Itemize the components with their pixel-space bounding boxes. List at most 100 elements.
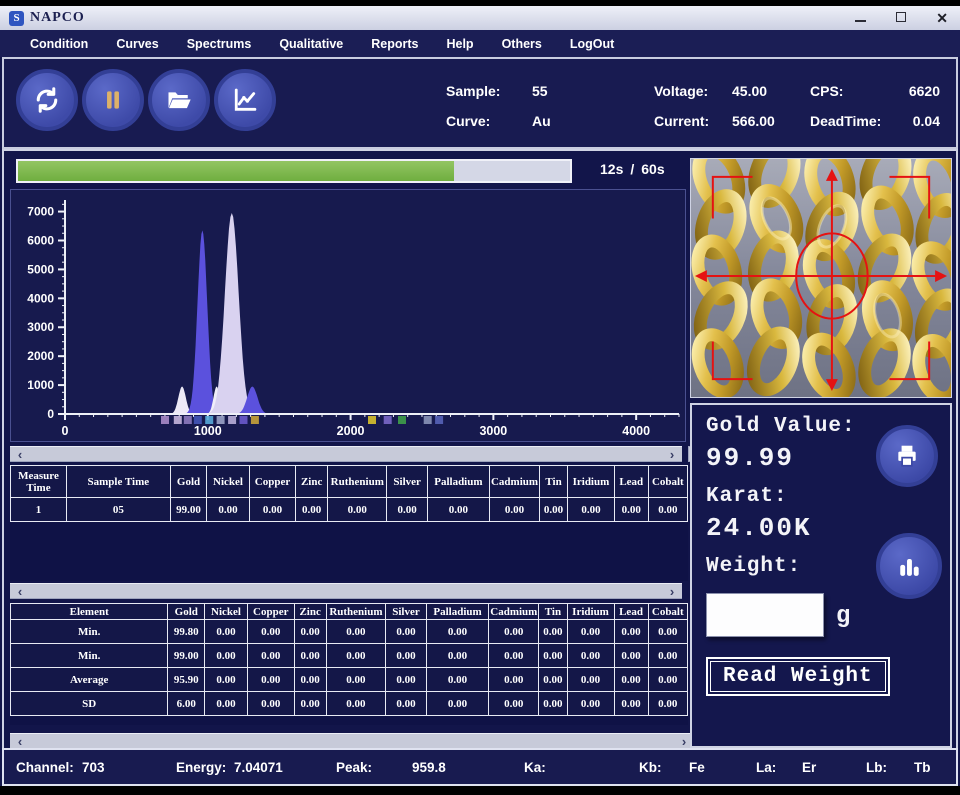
table-cell: 0.00 — [386, 644, 427, 668]
peak-value: 959.8 — [412, 760, 446, 775]
table-cell: 0.00 — [205, 620, 248, 644]
element-marker — [228, 416, 236, 424]
column-header: Silver — [387, 466, 427, 498]
table-row: Min.99.800.000.000.000.000.000.000.000.0… — [11, 620, 688, 644]
scroll-left-icon[interactable]: ‹ — [12, 447, 28, 463]
menu-spectrums[interactable]: Spectrums — [173, 37, 266, 51]
table-cell: 0.00 — [614, 644, 648, 668]
data-table: ElementGoldNickelCopperZincRutheniumSilv… — [10, 603, 688, 716]
scroll-right-icon[interactable]: › — [664, 584, 680, 600]
scroll-right-icon[interactable]: › — [664, 447, 680, 463]
chart-hscrollbar[interactable]: ‹ › — [10, 446, 682, 462]
weight-label: Weight: — [706, 555, 801, 578]
table-cell: Min. — [11, 644, 168, 668]
table-cell: 0.00 — [205, 644, 248, 668]
weight-input[interactable] — [706, 593, 824, 637]
restart-measure-button[interactable] — [16, 69, 78, 131]
window-title: NAPCO — [30, 10, 85, 26]
table-cell: 0.00 — [539, 668, 567, 692]
table-cell: 0.00 — [294, 644, 326, 668]
minimize-icon — [855, 20, 866, 22]
table-row: 10599.000.000.000.000.000.000.000.000.00… — [11, 498, 688, 522]
table-cell: 99.80 — [168, 620, 205, 644]
read-weight-label: Read Weight — [710, 661, 886, 692]
element-marker — [398, 416, 406, 424]
spectrum-view-button[interactable] — [214, 69, 276, 131]
table-cell: 0.00 — [326, 668, 386, 692]
element-marker — [194, 416, 202, 424]
table-cell: 0.00 — [387, 498, 427, 522]
column-header: Lead — [614, 466, 648, 498]
statistics-button[interactable] — [876, 533, 942, 599]
element-marker — [240, 416, 248, 424]
minimize-button[interactable] — [855, 9, 866, 27]
table-row: Average95.900.000.000.000.000.000.000.00… — [11, 668, 688, 692]
menu-reports[interactable]: Reports — [357, 37, 432, 51]
la-label: La: — [756, 760, 776, 775]
progress-fill — [18, 161, 454, 181]
scroll-left-icon[interactable]: ‹ — [12, 584, 28, 600]
menu-qualitative[interactable]: Qualitative — [265, 37, 357, 51]
menu-others[interactable]: Others — [488, 37, 556, 51]
column-header: Element — [11, 604, 168, 620]
main-content: 12s / 60s 010002000300040005000600070000… — [2, 149, 958, 748]
toolbar: Sample: 55 Curve: Au Voltage: 45.00 Curr… — [2, 57, 958, 149]
table-cell: 0.00 — [294, 668, 326, 692]
column-header: Tin — [539, 604, 567, 620]
table-cell: 0.00 — [648, 644, 687, 668]
close-button[interactable]: ✕ — [936, 11, 948, 25]
measure-progress-bar — [16, 159, 572, 183]
print-button[interactable] — [876, 425, 938, 487]
column-header: Zinc — [294, 604, 326, 620]
ka-label: Ka: — [524, 760, 546, 775]
column-header: Nickel — [205, 604, 248, 620]
svg-text:6000: 6000 — [27, 233, 54, 247]
deadtime-label: DeadTime: — [810, 113, 881, 129]
menu-curves[interactable]: Curves — [102, 37, 172, 51]
element-marker — [424, 416, 432, 424]
current-value: 566.00 — [732, 113, 775, 129]
progress-elapsed: 12s — [600, 161, 623, 177]
current-label: Current: — [654, 113, 709, 129]
column-header: Zinc — [296, 466, 328, 498]
table-cell: 0.00 — [205, 668, 248, 692]
bar-chart-icon — [895, 552, 923, 580]
table-cell: 0.00 — [247, 644, 294, 668]
measurement-table-zone: Measure TimeSample TimeGoldNickelCopperZ… — [10, 465, 688, 581]
menu-help[interactable]: Help — [432, 37, 487, 51]
table-cell: 0.00 — [386, 620, 427, 644]
svg-text:2000: 2000 — [337, 424, 365, 438]
column-header: Cobalt — [648, 466, 687, 498]
maximize-button[interactable] — [896, 9, 906, 27]
menu-bar: Condition Curves Spectrums Qualitative R… — [0, 30, 960, 57]
table2-hscrollbar[interactable]: ‹ › — [10, 733, 694, 749]
table-cell: Average — [11, 668, 168, 692]
column-header: Cadmium — [489, 466, 539, 498]
element-marker — [217, 416, 225, 424]
open-file-button[interactable] — [148, 69, 210, 131]
curve-value: Au — [532, 113, 551, 129]
table1-hscrollbar[interactable]: ‹ › — [10, 583, 682, 599]
app-logo-icon: S — [9, 11, 24, 26]
column-header: Cobalt — [648, 604, 687, 620]
lb-label: Lb: — [866, 760, 887, 775]
pause-button[interactable] — [82, 69, 144, 131]
table-cell: 0.00 — [648, 498, 687, 522]
column-header: Palladium — [426, 604, 488, 620]
table-cell: 0.00 — [614, 498, 648, 522]
column-header: Lead — [614, 604, 648, 620]
svg-text:5000: 5000 — [27, 262, 54, 276]
read-weight-button[interactable]: Read Weight — [706, 657, 890, 696]
column-header: Iridium — [568, 466, 615, 498]
menu-logout[interactable]: LogOut — [556, 37, 628, 51]
sample-camera-view — [690, 158, 952, 398]
table-cell: 0.00 — [489, 620, 539, 644]
svg-text:7000: 7000 — [27, 205, 54, 219]
kb-label: Kb: — [639, 760, 662, 775]
table-cell: 0.00 — [614, 620, 648, 644]
monitor-screen: S NAPCO ✕ Condition Curves Spectrums Qua… — [0, 0, 960, 795]
table-cell: 95.90 — [168, 668, 205, 692]
table-cell: 0.00 — [567, 644, 614, 668]
element-marker — [161, 416, 169, 424]
menu-condition[interactable]: Condition — [16, 37, 102, 51]
